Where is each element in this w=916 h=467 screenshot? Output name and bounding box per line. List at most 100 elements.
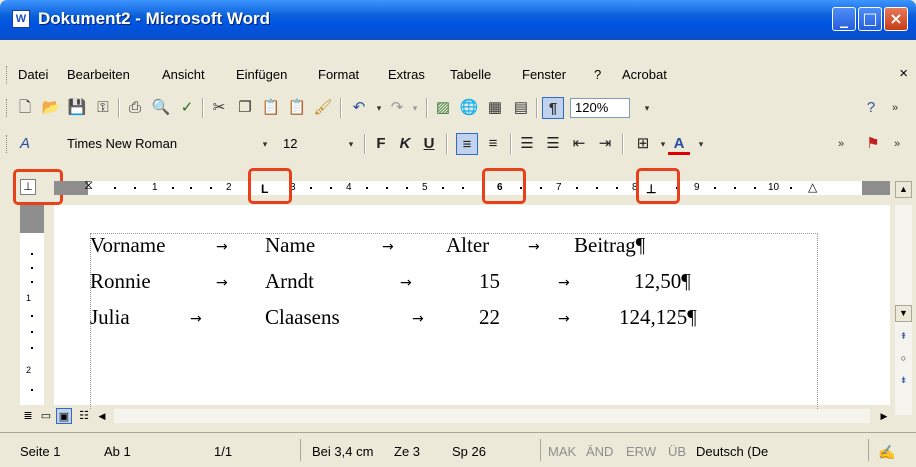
- cell-12-50: 12,50¶: [634, 269, 691, 293]
- numbering-icon[interactable]: ☰: [516, 133, 538, 155]
- minimize-button[interactable]: _: [832, 7, 856, 31]
- document-area[interactable]: Vorname → Name → Alter → Beitrag¶ Ronnie…: [54, 205, 890, 409]
- menu-ansicht[interactable]: Ansicht: [162, 67, 205, 82]
- tab-arrow-icon: →: [412, 311, 424, 327]
- previous-page-icon[interactable]: ⇞: [895, 329, 912, 346]
- normal-view-icon[interactable]: ≣: [20, 408, 36, 424]
- bullets-icon[interactable]: ☰: [542, 133, 564, 155]
- permission-icon[interactable]: ⚿: [92, 97, 114, 119]
- horizontal-ruler[interactable]: ⧖ 1 2 L 3 4 5 6 7 8 ⊥ 9 10 △ 11: [54, 177, 890, 195]
- toolbar-grip[interactable]: [6, 99, 10, 117]
- menu-tabelle[interactable]: Tabelle: [450, 67, 491, 82]
- insert-table-icon[interactable]: ▤: [510, 97, 532, 119]
- paste-icon[interactable]: 📋: [260, 97, 282, 119]
- menu-help[interactable]: ?: [594, 67, 601, 82]
- help-icon[interactable]: ?: [860, 97, 882, 119]
- tab-arrow-icon: →: [382, 239, 394, 255]
- status-extend[interactable]: ERW: [626, 444, 656, 459]
- tab-arrow-icon: →: [558, 275, 570, 291]
- italic-button[interactable]: K: [394, 133, 416, 155]
- vertical-scrollbar[interactable]: ▼ ⇞ ○ ⇟: [895, 205, 912, 415]
- format-painter-icon[interactable]: 🖌: [312, 97, 334, 119]
- spelling-status-icon[interactable]: ✍: [878, 444, 895, 461]
- menu-bearbeiten[interactable]: Bearbeiten: [67, 67, 130, 82]
- ruler-num-10: 10: [768, 182, 780, 193]
- right-indent-marker-icon[interactable]: △: [808, 180, 817, 194]
- maximize-button[interactable]: □: [858, 7, 882, 31]
- print-icon[interactable]: ⎙: [124, 97, 146, 119]
- size-dropdown-icon[interactable]: ▾: [340, 133, 362, 155]
- toolbar-separator: [510, 134, 512, 154]
- ruler-dot: [386, 187, 388, 189]
- open-folder-icon[interactable]: 📂: [40, 97, 62, 119]
- menu-fenster[interactable]: Fenster: [522, 67, 566, 82]
- status-track-changes[interactable]: ÄND: [586, 444, 613, 459]
- print-preview-icon[interactable]: 🔍: [150, 97, 172, 119]
- ruler-dot: [310, 187, 312, 189]
- show-formatting-icon[interactable]: ¶: [542, 97, 564, 119]
- spelling-icon[interactable]: ✓: [176, 97, 198, 119]
- redo-dropdown-icon[interactable]: ▾: [404, 97, 426, 119]
- vruler-dot: [31, 347, 33, 349]
- menu-format[interactable]: Format: [318, 67, 359, 82]
- bold-button[interactable]: F: [370, 133, 392, 155]
- hyperlink-icon[interactable]: 🌐: [458, 97, 480, 119]
- scroll-up-button[interactable]: ▲: [895, 181, 912, 198]
- next-page-icon[interactable]: ⇟: [895, 373, 912, 390]
- insert-drawing-icon[interactable]: ▨: [432, 97, 454, 119]
- new-document-icon[interactable]: 🗋: [14, 97, 36, 119]
- copy-icon[interactable]: ❐: [234, 97, 256, 119]
- scroll-left-icon[interactable]: ◀: [94, 408, 110, 424]
- indent-marker-icon[interactable]: ⧖: [84, 177, 93, 193]
- select-browse-object-icon[interactable]: ○: [895, 351, 912, 368]
- tab-arrow-icon: →: [190, 311, 202, 327]
- font-combo[interactable]: Times New Roman: [62, 134, 256, 154]
- acrobat-icon[interactable]: ⚑: [862, 133, 884, 155]
- zoom-combo[interactable]: 120%: [570, 98, 630, 118]
- toolbar-overflow-icon-2[interactable]: »: [886, 133, 908, 155]
- title-bar[interactable]: W Dokument2 - Microsoft Word _ □ ×: [0, 0, 916, 40]
- horizontal-scroll-track[interactable]: [114, 409, 870, 423]
- status-macro[interactable]: MAK: [548, 444, 576, 459]
- menu-acrobat[interactable]: Acrobat: [622, 67, 667, 82]
- toolbar-overflow-icon[interactable]: »: [830, 133, 852, 155]
- print-layout-icon[interactable]: ▣: [56, 408, 72, 424]
- scroll-right-icon[interactable]: ▶: [876, 408, 892, 424]
- underline-button[interactable]: U: [418, 133, 440, 155]
- menu-grip[interactable]: [6, 66, 10, 84]
- menu-einfuegen[interactable]: Einfügen: [236, 67, 287, 82]
- tables-icon[interactable]: ▦: [484, 97, 506, 119]
- status-page: Seite 1: [20, 444, 61, 459]
- status-overtype[interactable]: ÜB: [668, 444, 686, 459]
- scroll-down-button[interactable]: ▼: [895, 305, 912, 322]
- outline-view-icon[interactable]: ☷: [76, 408, 92, 424]
- align-center-icon[interactable]: ≡: [482, 133, 504, 155]
- menu-extras[interactable]: Extras: [388, 67, 425, 82]
- vertical-ruler[interactable]: 1 2: [20, 205, 44, 405]
- zoom-dropdown-icon[interactable]: ▾: [636, 97, 658, 119]
- font-size: 12: [283, 136, 298, 151]
- increase-indent-icon[interactable]: ⇥: [594, 133, 616, 155]
- undo-icon[interactable]: ↶: [348, 97, 370, 119]
- word-doc-icon[interactable]: W: [12, 10, 30, 28]
- toolbar-overflow-icon[interactable]: »: [884, 97, 906, 119]
- font-dropdown-icon[interactable]: ▾: [254, 133, 276, 155]
- styles-icon[interactable]: A: [14, 133, 36, 155]
- align-left-icon[interactable]: ≡: [456, 133, 478, 155]
- word-window: W Dokument2 - Microsoft Word _ □ × Datei…: [0, 0, 916, 467]
- toolbar-grip[interactable]: [6, 135, 10, 153]
- web-view-icon[interactable]: ▭: [38, 408, 54, 424]
- save-icon[interactable]: 💾: [66, 97, 88, 119]
- document-close-icon[interactable]: ×: [899, 65, 908, 82]
- close-button[interactable]: ×: [884, 7, 908, 31]
- decrease-indent-icon[interactable]: ⇤: [568, 133, 590, 155]
- cut-icon[interactable]: ✂: [208, 97, 230, 119]
- menu-datei[interactable]: Datei: [18, 67, 48, 82]
- size-combo[interactable]: 12: [278, 134, 344, 154]
- paste-special-icon[interactable]: 📋: [286, 97, 308, 119]
- border-icon[interactable]: ⊞: [632, 133, 654, 155]
- formatting-toolbar: A Times New Roman ▾ 12 ▾ F K U ≡ ≡ ☰ ☰ ⇤…: [0, 129, 916, 159]
- font-color-icon[interactable]: A: [668, 133, 690, 155]
- ruler-num-5: 5: [422, 182, 428, 193]
- font-color-dropdown-icon[interactable]: ▾: [690, 133, 712, 155]
